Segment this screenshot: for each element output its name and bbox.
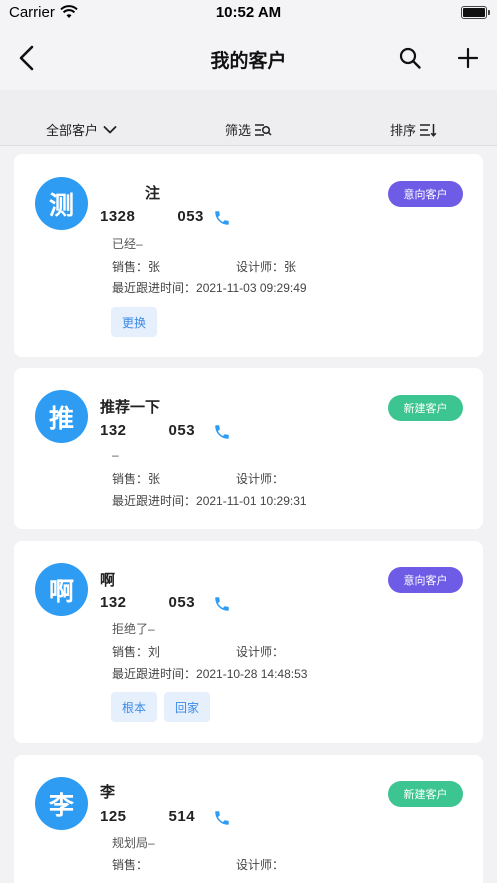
customer-name: 啊: [100, 572, 116, 589]
customer-phone: 125 514: [100, 808, 196, 825]
last-follow-field: 最近跟进时间：2021-10-28 14:48:53: [112, 667, 308, 681]
filter-bar: 全部客户 筛选 排序: [0, 90, 497, 146]
last-follow-field: 最近跟进时间：2021-11-03 09:29:49: [112, 281, 307, 295]
last-follow-field: 最近跟进时间：2021-11-01 10:29:31: [112, 494, 307, 508]
status-badge[interactable]: 意向客户: [388, 567, 463, 593]
status-bar: Carrier 10:52 AM: [0, 0, 497, 26]
navigation-bar: 我的客户: [0, 26, 497, 90]
customer-note: 规划局–: [112, 836, 155, 850]
customer-name: 注: [145, 185, 161, 202]
filter-sort-label: 排序: [390, 123, 417, 138]
customer-card[interactable]: 李 李 125 514 规划局– 销售： 设计师： 新建客户: [14, 755, 483, 883]
filter-screen-label: 筛选: [225, 123, 252, 138]
customer-phone: 132 053: [100, 422, 196, 439]
customer-tag[interactable]: 更换: [111, 307, 158, 337]
sales-field: 销售：张: [112, 260, 161, 274]
customer-list: 测 注 1328 053 已经– 销售：张 设计师：张 最近跟进时间：2021-1…: [0, 146, 497, 883]
search-icon[interactable]: [398, 46, 422, 70]
customer-avatar: 推: [35, 390, 88, 443]
customer-tag[interactable]: 根本: [111, 692, 158, 722]
filter-sort[interactable]: 排序: [390, 120, 437, 139]
designer-field: 设计师：: [236, 645, 285, 659]
customer-avatar: 测: [35, 177, 88, 230]
customer-card[interactable]: 推 推荐一下 132 053 – 销售：张 设计师： 最近跟进时间：2021-11…: [14, 368, 483, 529]
customer-note: 拒绝了–: [112, 622, 155, 636]
sales-field: 销售：张: [112, 472, 161, 486]
phone-icon[interactable]: [213, 809, 231, 827]
battery-icon: [461, 6, 490, 19]
chevron-down-icon: [103, 125, 117, 133]
customer-tag[interactable]: 回家: [164, 692, 211, 722]
sales-field: 销售：刘: [112, 645, 161, 659]
sort-icon: [420, 123, 437, 137]
page-title: 我的客户: [210, 51, 287, 72]
filter-all-customers[interactable]: 全部客户: [46, 120, 117, 139]
status-badge[interactable]: 新建客户: [388, 781, 463, 807]
status-badge[interactable]: 意向客户: [388, 181, 463, 207]
customer-card[interactable]: 测 注 1328 053 已经– 销售：张 设计师：张 最近跟进时间：2021-1…: [14, 154, 483, 357]
customer-name: 李: [100, 784, 116, 801]
customer-avatar: 啊: [35, 563, 88, 616]
customer-note: –: [112, 448, 119, 462]
filter-all-label: 全部客户: [46, 123, 99, 138]
filter-screen[interactable]: 筛选: [225, 120, 272, 139]
customer-name: 推荐一下: [100, 399, 161, 416]
sales-field: 销售：: [112, 858, 149, 872]
status-badge[interactable]: 新建客户: [388, 395, 463, 421]
designer-field: 设计师：: [236, 472, 285, 486]
customer-avatar: 李: [35, 777, 88, 830]
designer-field: 设计师：张: [236, 260, 297, 274]
clock: 10:52 AM: [215, 4, 282, 21]
add-icon[interactable]: [457, 47, 479, 69]
customer-card[interactable]: 啊 啊 132 053 拒绝了– 销售：刘 设计师： 最近跟进时间：2021-10…: [14, 541, 483, 743]
phone-icon[interactable]: [213, 209, 231, 227]
phone-icon[interactable]: [213, 423, 231, 441]
customer-phone: 132 053: [100, 594, 196, 611]
phone-icon[interactable]: [213, 595, 231, 613]
customer-note: 已经–: [112, 237, 143, 251]
designer-field: 设计师：: [236, 858, 285, 872]
filter-icon: [255, 123, 272, 136]
customer-phone: 1328 053: [100, 208, 204, 225]
